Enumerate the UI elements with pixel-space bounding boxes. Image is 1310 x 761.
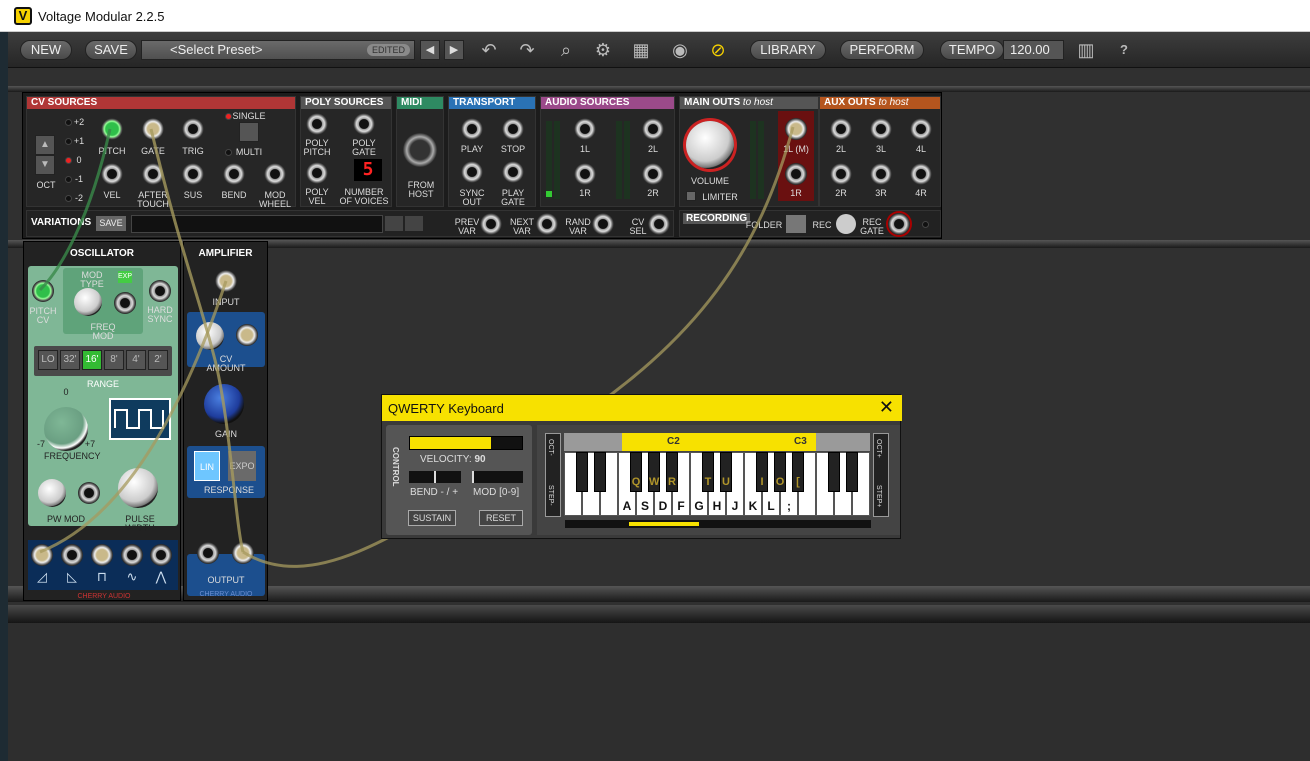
white-key-label: J [731, 499, 739, 513]
step-plus-button[interactable]: STEP+ [875, 485, 882, 507]
reset-button[interactable]: RESET [479, 510, 523, 526]
active-octave-range [622, 433, 816, 451]
black-key-label: W [649, 476, 660, 488]
velocity-bar[interactable] [409, 436, 523, 450]
c3-label: C3 [794, 436, 807, 447]
keyboard-scrollbar[interactable] [565, 520, 871, 528]
black-key-label: T [704, 476, 712, 488]
black-key[interactable] [846, 452, 858, 492]
velocity-text: VELOCITY: [420, 454, 472, 465]
mod-slider[interactable] [472, 471, 523, 483]
mod-handle[interactable] [472, 471, 474, 483]
black-key-label: O [775, 476, 785, 488]
black-key-label: U [722, 476, 730, 488]
black-key-label: I [760, 476, 764, 488]
oct-minus-button[interactable]: OCT- [547, 439, 554, 456]
velocity-label: VELOCITY: 90 [420, 454, 486, 465]
bend-label: BEND - / + [410, 487, 459, 498]
bend-handle[interactable] [434, 471, 436, 483]
white-key-label: D [658, 499, 668, 513]
black-key[interactable]: O [774, 452, 786, 492]
white-key-label: ; [787, 499, 791, 513]
black-key[interactable]: Q [630, 452, 642, 492]
patch-cables [38, 126, 795, 568]
control-label: CONTROL [391, 447, 400, 487]
white-key-label: A [622, 499, 632, 513]
velocity-value: 90 [474, 454, 486, 465]
bend-slider[interactable] [409, 471, 461, 483]
sustain-button[interactable]: SUSTAIN [408, 510, 456, 526]
qwerty-titlebar: QWERTY Keyboard ✕ [382, 395, 902, 421]
black-key[interactable]: I [756, 452, 768, 492]
c2-label: C2 [667, 436, 680, 447]
black-key[interactable]: U [720, 452, 732, 492]
black-key[interactable]: R [666, 452, 678, 492]
black-key[interactable] [576, 452, 588, 492]
oct-plus-button[interactable]: OCT+ [875, 439, 882, 458]
close-icon[interactable]: ✕ [879, 397, 894, 418]
white-key-label: F [677, 499, 685, 513]
keyboard-scroll-thumb[interactable] [629, 522, 699, 526]
black-key[interactable]: T [702, 452, 714, 492]
step-minus-button[interactable]: STEP- [547, 485, 554, 506]
qwerty-title: QWERTY Keyboard [388, 401, 504, 416]
white-key-label: H [712, 499, 722, 513]
white-key-label: G [694, 499, 704, 513]
velocity-bar-fill [410, 437, 491, 449]
white-key-label: S [640, 499, 649, 513]
black-key[interactable]: W [648, 452, 660, 492]
white-key-label: L [767, 499, 775, 513]
black-key-label: Q [631, 476, 641, 488]
black-key[interactable] [594, 452, 606, 492]
black-key-label: R [668, 476, 676, 488]
black-key-label: [ [796, 476, 800, 488]
black-key[interactable]: [ [792, 452, 804, 492]
white-key-label: K [748, 499, 758, 513]
mod-label: MOD [0-9] [473, 487, 520, 498]
black-key[interactable] [828, 452, 840, 492]
